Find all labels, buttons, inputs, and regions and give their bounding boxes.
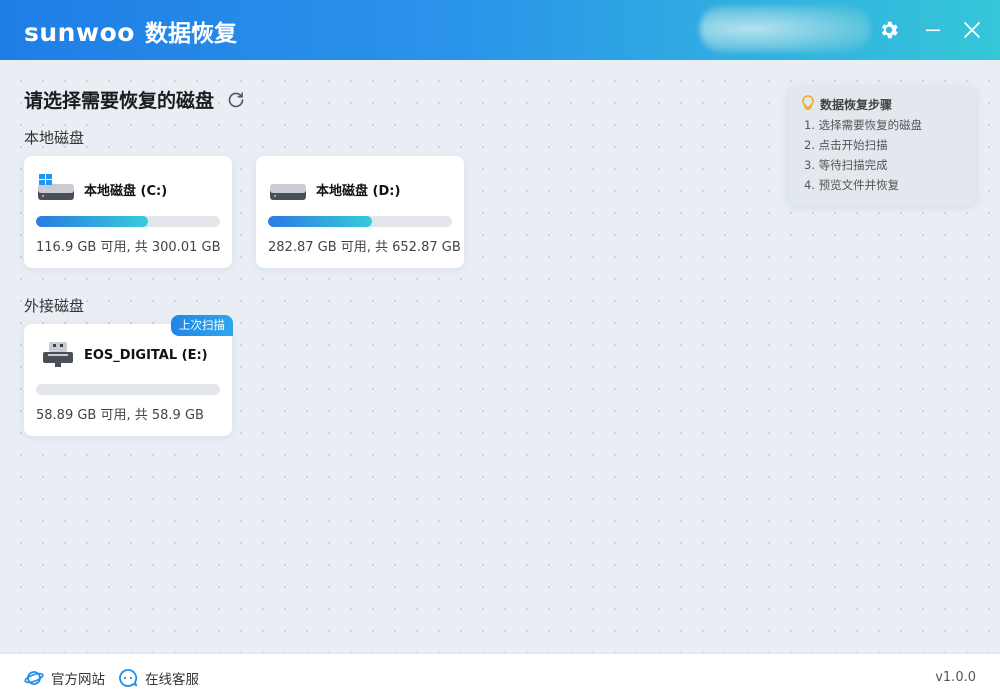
disk-usage-bar: [36, 216, 220, 227]
page-heading: 请选择需要恢复的磁盘: [24, 86, 246, 113]
support-chat-icon: [119, 669, 138, 687]
close-button[interactable]: [957, 15, 987, 45]
disk-capacity: 58.89 GB 可用, 共 58.9 GB: [36, 408, 204, 423]
refresh-icon[interactable]: [226, 90, 246, 110]
disk-name: 本地磁盘 (C:): [84, 184, 168, 199]
external-disks-label: 外接磁盘: [24, 297, 85, 315]
last-scan-badge: 上次扫描: [171, 315, 233, 336]
disk-capacity: 116.9 GB 可用, 共 300.01 GB: [36, 240, 221, 255]
recovery-steps-panel: 数据恢复步骤 1. 选择需要恢复的磁盘 2. 点击开始扫描 3. 等待扫描完成 …: [788, 85, 976, 205]
disk-name: 本地磁盘 (D:): [316, 184, 401, 199]
local-disks-label: 本地磁盘: [24, 129, 85, 147]
close-icon: [964, 22, 980, 38]
disk-usage-bar: [36, 384, 220, 395]
step-item: 2. 点击开始扫描: [804, 138, 888, 152]
page-title: 请选择需要恢复的磁盘: [24, 90, 215, 112]
disk-capacity: 282.87 GB 可用, 共 652.87 GB: [268, 240, 461, 255]
disk-name: EOS_DIGITAL (E:): [84, 348, 208, 363]
main-content: 请选择需要恢复的磁盘 本地磁盘 本地磁盘 (C:) 116.9 GB 可用, 共…: [0, 60, 1000, 653]
minimize-icon: [926, 29, 940, 32]
disk-card-c[interactable]: 本地磁盘 (C:) 116.9 GB 可用, 共 300.01 GB: [24, 156, 232, 268]
disk-usage-fill: [36, 216, 149, 227]
app-brand: sunwoo 数据恢复: [24, 14, 237, 48]
app-logo: sunwoo: [24, 18, 135, 47]
usb-drive-icon: [43, 342, 73, 367]
gear-icon: [881, 21, 898, 39]
disk-card-e[interactable]: 上次扫描 EOS_DIGITAL (E:) 58.89 GB 可用, 共 58.…: [24, 315, 233, 436]
planet-icon: [24, 671, 44, 685]
official-website-link[interactable]: 官方网站: [24, 668, 105, 688]
hard-drive-icon: [270, 184, 306, 200]
title-bar: sunwoo 数据恢复: [0, 0, 1000, 60]
online-support-link[interactable]: 在线客服: [118, 668, 199, 688]
step-item: 4. 预览文件并恢复: [804, 178, 900, 192]
app-title: 数据恢复: [144, 21, 237, 47]
disk-card-d[interactable]: 本地磁盘 (D:) 282.87 GB 可用, 共 652.87 GB: [256, 156, 464, 268]
footer-bar: 官方网站 在线客服 v1.0.0: [0, 653, 1000, 700]
settings-button[interactable]: [874, 15, 904, 45]
disk-usage-fill: [268, 216, 373, 227]
version-label: v1.0.0: [935, 670, 976, 685]
step-item: 3. 等待扫描完成: [804, 158, 888, 172]
windows-drive-icon: [38, 174, 74, 200]
minimize-button[interactable]: [918, 15, 948, 45]
online-support-label: 在线客服: [145, 672, 199, 688]
user-avatar-blurred[interactable]: [700, 6, 870, 52]
official-website-label: 官方网站: [51, 672, 105, 688]
lightbulb-icon: [802, 95, 814, 110]
steps-title: 数据恢复步骤: [820, 98, 893, 112]
step-item: 1. 选择需要恢复的磁盘: [804, 118, 923, 132]
disk-usage-bar: [268, 216, 452, 227]
